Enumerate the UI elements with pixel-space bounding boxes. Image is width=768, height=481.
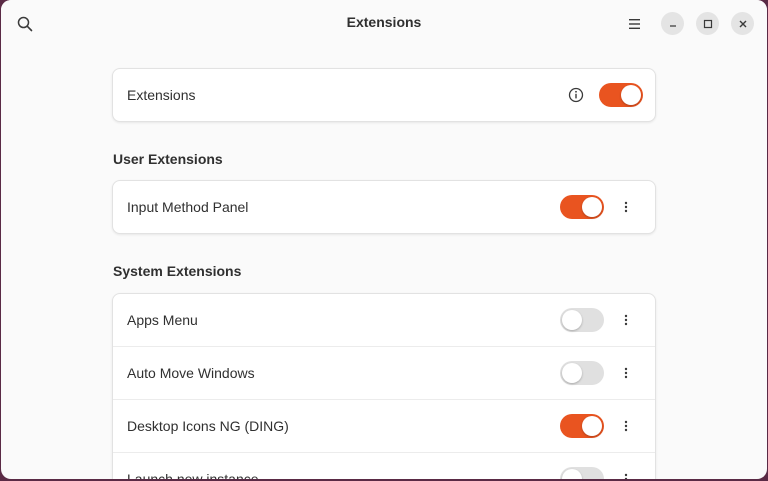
master-extensions-label: Extensions [127, 87, 196, 103]
extension-label: Auto Move Windows [127, 365, 255, 381]
toggle-knob [621, 85, 641, 105]
toggle-knob [562, 363, 582, 383]
close-button[interactable] [731, 12, 754, 35]
maximize-icon [703, 19, 712, 28]
extension-row: Desktop Icons NG (DING) [113, 400, 655, 453]
extension-menu-button[interactable] [616, 467, 636, 479]
system-extensions-card: Apps Menu Auto Move Windows Desktop Icon… [112, 293, 656, 479]
kebab-menu-icon [624, 367, 628, 379]
toggle-knob [582, 197, 602, 217]
master-extensions-row: Extensions [113, 69, 655, 121]
minimize-button[interactable] [661, 12, 684, 35]
extension-menu-button[interactable] [616, 308, 636, 332]
system-extensions-heading: System Extensions [113, 263, 242, 279]
minimize-icon [669, 24, 676, 27]
kebab-menu-icon [624, 473, 628, 479]
extension-label: Apps Menu [127, 312, 198, 328]
extension-label: Desktop Icons NG (DING) [127, 418, 289, 434]
master-extensions-card: Extensions [112, 68, 656, 122]
kebab-menu-icon [624, 420, 628, 432]
launch-new-instance-toggle[interactable] [560, 467, 604, 479]
toggle-knob [582, 416, 602, 436]
header-bar: Extensions [1, 0, 767, 46]
maximize-button[interactable] [696, 12, 719, 35]
kebab-menu-icon [624, 201, 628, 213]
close-icon [739, 20, 746, 27]
user-extensions-heading: User Extensions [113, 151, 223, 167]
extension-menu-button[interactable] [616, 361, 636, 385]
extension-row: Auto Move Windows [113, 347, 655, 400]
kebab-menu-icon [624, 314, 628, 326]
master-extensions-toggle[interactable] [599, 83, 643, 107]
info-button[interactable] [567, 86, 585, 104]
info-icon [568, 87, 584, 103]
extension-row: Launch new instance [113, 453, 655, 479]
window-title: Extensions [346, 14, 422, 30]
extension-label: Input Method Panel [127, 199, 249, 215]
extension-menu-button[interactable] [616, 195, 636, 219]
user-extensions-card: Input Method Panel [112, 180, 656, 234]
toggle-knob [562, 469, 582, 479]
auto-move-windows-toggle[interactable] [560, 361, 604, 385]
main-menu-button[interactable] [623, 12, 647, 36]
extensions-window: Extensions Extensions User Extensions In… [1, 0, 767, 479]
extension-label: Launch new instance [127, 471, 259, 479]
desktop-icons-ng-toggle[interactable] [560, 414, 604, 438]
extension-row: Input Method Panel [113, 181, 655, 233]
input-method-panel-toggle[interactable] [560, 195, 604, 219]
toggle-knob [562, 310, 582, 330]
extension-row: Apps Menu [113, 294, 655, 347]
extension-menu-button[interactable] [616, 414, 636, 438]
hamburger-menu-icon [629, 19, 640, 29]
apps-menu-toggle[interactable] [560, 308, 604, 332]
